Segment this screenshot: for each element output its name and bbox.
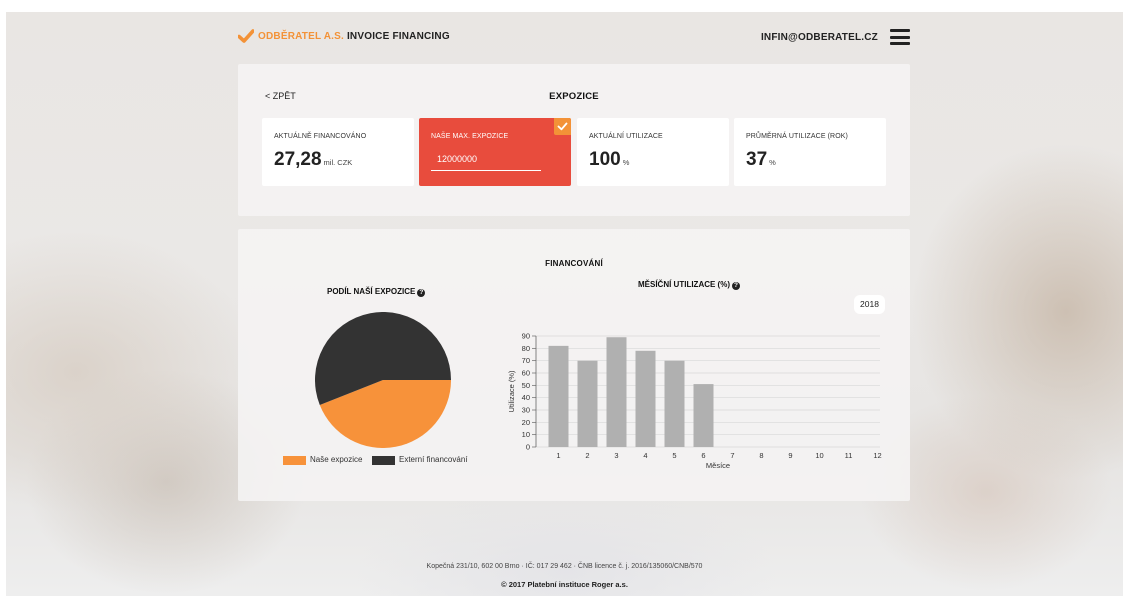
brand-company: ODBĚRATEL A.S. [258, 31, 344, 42]
financing-title: FINANCOVÁNÍ [545, 259, 603, 268]
year-selector[interactable]: 2018 [854, 295, 885, 314]
legend-label-our-exposure: Naše expozice [310, 455, 363, 464]
card-average-utilization: PRŮMĚRNÁ UTILIZACE (ROK) 37% [734, 118, 886, 186]
card-max-exposure[interactable]: NAŠE MAX. EXPOZICE [419, 118, 571, 186]
y-tick-label: 20 [522, 418, 530, 427]
legend-label-external: Externí financování [399, 455, 468, 464]
y-tick-label: 40 [522, 393, 530, 402]
card-label: AKTUÁLNĚ FINANCOVÁNO [274, 133, 367, 140]
help-icon[interactable]: ? [732, 282, 740, 290]
footer-address: Kopečná 231/10, 602 00 Brno · IČ: 017 29… [426, 563, 703, 570]
monthly-utilization-bar-chart: 01020304050607080901 2 3 4 5 6 7 8 9 10 11 12Měsíce… [507, 332, 882, 471]
y-tick-label: 60 [522, 369, 530, 378]
card-value: 100% [589, 149, 629, 171]
exposure-pie-chart [315, 312, 451, 448]
bar-month-5[interactable] [664, 360, 685, 447]
top-bar: ODBĚRATEL A.S. INVOICE FINANCING INFIN@O… [238, 27, 910, 49]
hamburger-menu-icon[interactable] [890, 29, 910, 45]
bar-month-6[interactable] [693, 384, 714, 447]
pie-chart-title: PODÍL NAŠÍ EXPOZICE? [327, 287, 426, 297]
bar-title-text: MĚSÍČNÍ UTILIZACE (%) [638, 280, 730, 289]
value-number: 100 [589, 149, 621, 170]
bar-month-2[interactable] [577, 360, 598, 447]
y-tick-label: 0 [526, 443, 530, 452]
brand-product: INVOICE FINANCING [346, 31, 450, 42]
bar-month-1[interactable] [548, 345, 569, 447]
check-logo-icon [238, 29, 254, 43]
x-tick-label: 8 [759, 451, 763, 460]
exposure-panel: < ZPĚT EXPOZICE AKTUÁLNĚ FINANCOVÁNO 27,… [238, 64, 910, 216]
value-unit: mil. CZK [323, 158, 353, 167]
bar-month-3[interactable] [606, 337, 627, 447]
footer-copyright: © 2017 Platební instituce Roger a.s. [501, 580, 628, 589]
pie-title-text: PODÍL NAŠÍ EXPOZICE [327, 287, 416, 296]
value-unit: % [622, 158, 630, 167]
confirm-check-icon[interactable] [554, 118, 571, 135]
x-tick-label: 6 [701, 451, 705, 460]
y-tick-label: 30 [522, 406, 530, 415]
x-tick-label: 9 [788, 451, 792, 460]
y-axis-label: Utilizace (%) [507, 370, 516, 413]
bar-month-4[interactable] [635, 350, 656, 447]
card-value: 27,28 mil. CZK [274, 149, 352, 171]
x-tick-label: 10 [815, 451, 823, 460]
x-tick-label: 5 [672, 451, 676, 460]
y-tick-label: 90 [522, 332, 530, 341]
card-label: NAŠE MAX. EXPOZICE [431, 133, 509, 140]
card-label: AKTUÁLNÍ UTILIZACE [589, 133, 663, 140]
x-tick-label: 2 [585, 451, 589, 460]
value-number: 37 [746, 149, 768, 170]
value-number: 27,28 [274, 149, 322, 170]
exposure-title: EXPOZICE [549, 91, 599, 102]
value-unit: % [769, 158, 776, 167]
legend-swatch-our-exposure [283, 456, 306, 465]
user-email[interactable]: INFIN@ODBERATEL.CZ [761, 32, 878, 43]
help-icon[interactable]: ? [417, 289, 426, 297]
max-exposure-input[interactable] [431, 148, 541, 171]
x-tick-label: 12 [873, 451, 881, 460]
card-value: 37% [746, 149, 776, 171]
legend-swatch-external [372, 456, 395, 465]
bar-chart-title: MĚSÍČNÍ UTILIZACE (%)? [638, 280, 740, 290]
y-tick-label: 50 [522, 381, 530, 390]
financing-panel: FINANCOVÁNÍ PODÍL NAŠÍ EXPOZICE? Naše ex… [238, 229, 910, 501]
y-tick-label: 10 [522, 430, 530, 439]
x-tick-label: 7 [730, 451, 734, 460]
x-tick-label: 3 [614, 451, 618, 460]
brand-name[interactable]: ODBĚRATEL A.S. INVOICE FINANCING [258, 31, 450, 42]
card-current-financed: AKTUÁLNĚ FINANCOVÁNO 27,28 mil. CZK [262, 118, 414, 186]
card-label: PRŮMĚRNÁ UTILIZACE (ROK) [746, 133, 848, 140]
card-current-utilization: AKTUÁLNÍ UTILIZACE 100% [577, 118, 729, 186]
y-tick-label: 70 [522, 356, 530, 365]
x-tick-label: 1 [556, 451, 560, 460]
x-tick-label: 11 [845, 451, 853, 460]
y-tick-label: 80 [522, 344, 530, 353]
x-axis-label: Měsíce [706, 461, 730, 470]
x-tick-label: 4 [643, 451, 647, 460]
